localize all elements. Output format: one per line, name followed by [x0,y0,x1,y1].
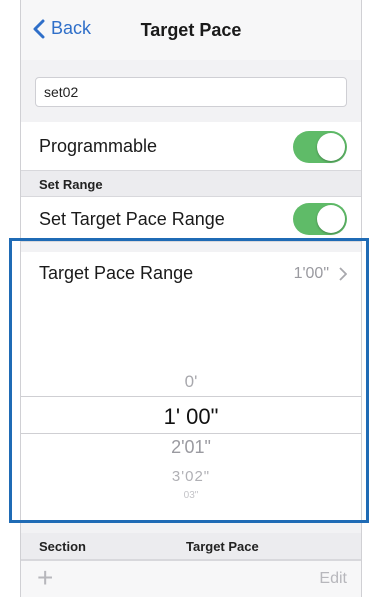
chevron-right-icon [339,267,347,281]
set-range-header: Set Range [21,171,361,197]
edit-button[interactable]: Edit [319,570,347,588]
picker-option-below-2[interactable]: 3'02" [21,468,361,485]
target-pace-range-value-text: 1'00" [293,265,329,282]
bottom-toolbar: + Edit [21,560,361,597]
set-target-pace-range-row: Set Target Pace Range [21,197,361,242]
page-title: Target Pace [140,20,242,40]
column-target-pace: Target Pace [186,539,259,554]
add-icon[interactable]: + [37,562,53,594]
picker-selection-line-bottom [21,433,361,434]
programmable-toggle[interactable] [293,131,347,163]
picker-option-below-3[interactable]: 03" [21,490,361,501]
programmable-label: Programmable [39,136,158,156]
column-section: Section [39,539,86,554]
picker-selection-line-top [21,396,361,397]
target-pace-range-value: 1'00" [294,265,347,283]
picker-option-selected[interactable]: 1' 00" [21,404,361,430]
set-name-field[interactable]: set02 [35,77,347,107]
toggle-knob [317,133,345,161]
navigation-bar: Back Target Pace [21,0,361,61]
set-target-pace-range-label: Set Target Pace Range [39,209,225,229]
table-header: Section Target Pace [21,533,361,560]
target-pace-range-row[interactable]: Target Pace Range 1'00" [21,252,361,296]
target-pace-range-label: Target Pace Range [39,263,194,283]
picker-option-below-1[interactable]: 2'01" [21,437,361,458]
programmable-row: Programmable [21,122,361,171]
pace-picker[interactable]: 0' 1' 00" 2'01" 3'02" 03" [21,296,361,521]
set-name-row: set02 [21,60,361,122]
toggle-knob [317,205,345,233]
set-target-pace-range-toggle[interactable] [293,203,347,235]
phone-screen: Back Target Pace set02 Programmable Set … [20,0,362,597]
picker-option-above[interactable]: 0' [21,372,361,392]
